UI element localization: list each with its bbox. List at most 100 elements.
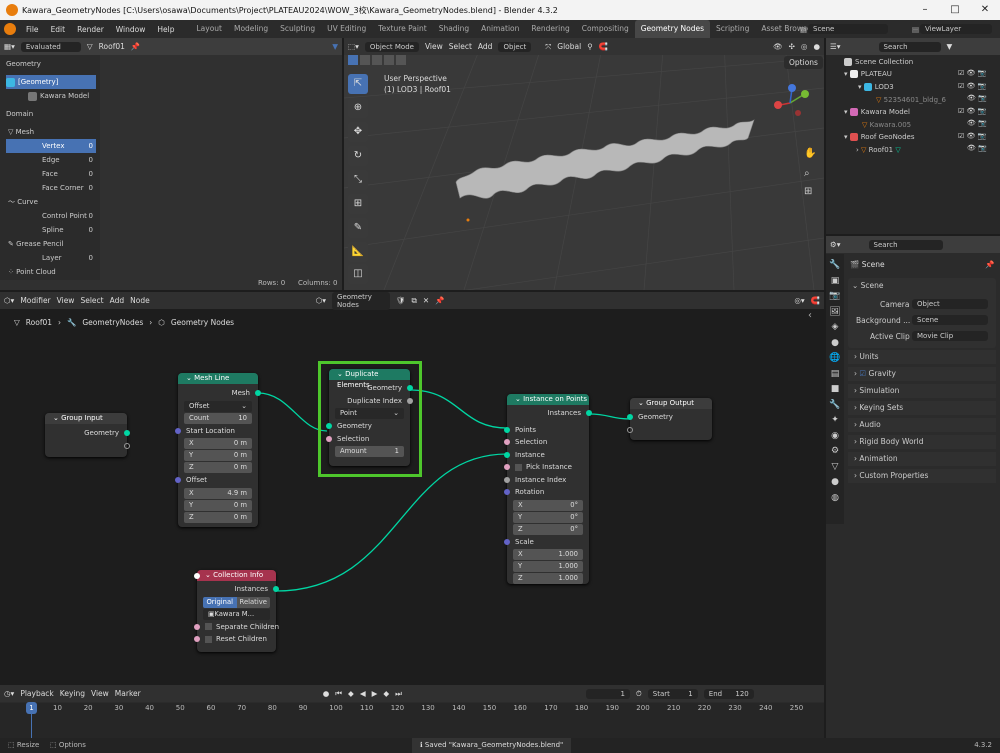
outliner-search[interactable]: Search (878, 41, 941, 52)
outliner-editor-icon[interactable]: ☰▾ (830, 42, 841, 51)
start-x-field[interactable]: X0 m (184, 438, 252, 449)
collection-field[interactable]: ▣ Kawara M... (194, 573, 270, 620)
keying-menu[interactable]: Keying (60, 689, 85, 698)
outliner-lod3[interactable]: ▾ LOD3 (858, 80, 894, 94)
panel-audio[interactable]: › Audio (848, 418, 996, 432)
camera-label: Camera (880, 300, 910, 309)
prev-key-icon[interactable]: ◆ (348, 689, 354, 698)
node-group-output[interactable]: ⌄ Group Output Geometry (627, 398, 712, 440)
viewlayer-field[interactable]: ViewLayer (920, 24, 992, 34)
node-mesh-line[interactable]: ⌄ Mesh Line Mesh Offset ⌄ Count 10 Start L… (175, 373, 261, 527)
close-icon[interactable]: ✕ (970, 0, 1000, 20)
instance-index-input[interactable]: Instance Index (504, 474, 589, 487)
outliner-visibility-toggles[interactable]: ☑ 👁 📷 ☑ 👁 📷 👁 📷 ☑ 👁 📷 👁 📷 ☑ 👁 📷 👁 📷 (958, 67, 987, 155)
panel-animation[interactable]: › Animation (848, 452, 996, 466)
separate-children-checkbox[interactable]: Separate Children (194, 621, 279, 634)
timeline-tick-label: 230 (728, 704, 742, 712)
panel-keying-sets[interactable]: › Keying Sets (848, 401, 996, 415)
next-key-icon[interactable]: ◆ (383, 689, 389, 698)
timeline-tick-label: 30 (114, 704, 124, 712)
offset-x-field[interactable]: X 4.9 m (184, 487, 252, 499)
active-clip-field[interactable]: Movie Clip (912, 331, 988, 341)
instance-scale-input[interactable]: Scale (504, 536, 589, 549)
timeline-tick-label: 130 (421, 704, 435, 712)
group-input-geometry-socket[interactable]: Geometry (45, 427, 130, 440)
offset-z-field[interactable]: Z0 m (184, 511, 252, 523)
marker-menu[interactable]: Marker (115, 689, 141, 698)
instance-instance-input[interactable]: Instance (504, 449, 589, 462)
jump-end-icon[interactable]: ⏭ (395, 689, 402, 699)
timeline-view-menu[interactable]: View (91, 689, 109, 698)
collection-instances-output[interactable]: Instances (197, 583, 279, 596)
outliner-plateau[interactable]: ▾ PLATEAU (844, 67, 892, 81)
pick-instance-checkbox[interactable]: Pick Instance (504, 461, 589, 474)
duplicate-selection-input[interactable]: Selection (326, 433, 410, 446)
scale-x-field[interactable]: X 1.000 (513, 549, 583, 560)
start-y-field[interactable]: Y0 m (184, 450, 252, 461)
group-output-geometry-socket[interactable]: Geometry (627, 411, 712, 424)
outliner-roof-geonodes[interactable]: ▾ Roof GeoNodes (844, 130, 914, 144)
rotation-z-field[interactable]: Z 0° (513, 523, 583, 535)
instance-rotation-input[interactable]: Rotation (504, 486, 589, 499)
outliner-kawara-model[interactable]: ▾ Kawara Model (844, 105, 910, 119)
outliner-roof01[interactable]: › ▽ Roof01 ▽ (856, 143, 901, 157)
offset-y-field[interactable]: Y0 m (184, 499, 252, 511)
outliner-filter-icon[interactable]: ▼ (947, 42, 953, 51)
mesh-line-mode-dropdown[interactable]: Offset ⌄ (184, 400, 252, 412)
timeline-tick-label: 250 (789, 704, 804, 712)
duplicate-index-output[interactable]: Duplicate Index (329, 395, 413, 408)
group-input-empty-socket[interactable] (45, 440, 130, 453)
duplicate-geometry-output[interactable]: Geometry (329, 382, 413, 395)
play-icon[interactable]: ▶ (372, 689, 378, 698)
properties-tab-icons[interactable]: 🔧 ▣ 📷 🖼 ◈ ● 🌐 ▤ ■ 🔧 ✦ ◉ ⚙ ▽ ● ◍ (826, 254, 844, 506)
node-group-input[interactable]: ⌄ Group Input Geometry (45, 413, 130, 457)
panel-custom-properties[interactable]: › Custom Properties (848, 469, 996, 483)
node-instance-on-points[interactable]: ⌄ Instance on Points Instances Points Se… (504, 394, 592, 584)
clock-icon[interactable]: ⏱ (636, 689, 642, 699)
duplicate-amount-field[interactable]: Amount 1 (335, 446, 404, 457)
duplicate-domain-dropdown[interactable]: Point ⌄ (335, 408, 404, 419)
instance-selection-input[interactable]: Selection (504, 436, 589, 449)
mesh-line-start-location[interactable]: Start Location (175, 425, 258, 438)
mesh-line-offset[interactable]: Offset (175, 474, 258, 487)
mesh-line-mesh-output[interactable]: Mesh (178, 387, 261, 400)
scale-z-field[interactable]: Z 1.000 (513, 573, 583, 584)
relative-button[interactable]: Relative (236, 596, 270, 608)
start-frame-field[interactable]: Start 1 (647, 688, 698, 699)
scene-panel-header[interactable]: ⌄ Scene (852, 279, 884, 293)
minimize-icon[interactable]: – (910, 0, 940, 20)
reset-children-checkbox[interactable]: Reset Children (194, 633, 276, 646)
scale-y-field[interactable]: Y 1.000 (513, 561, 583, 572)
playhead[interactable]: 1 (26, 702, 37, 714)
panel-simulation[interactable]: › Simulation (848, 384, 996, 398)
play-reverse-icon[interactable]: ◀ (360, 689, 366, 698)
panel-rigid-body-world[interactable]: › Rigid Body World (848, 435, 996, 449)
record-icon[interactable]: ● (323, 689, 330, 698)
end-frame-field[interactable]: End 120 (703, 688, 754, 699)
node-duplicate-elements[interactable]: ⌄ Duplicate Elements Geometry Duplicate … (326, 369, 413, 466)
instance-points-input[interactable]: Points (504, 424, 589, 437)
duplicate-geometry-input[interactable]: Geometry (326, 420, 410, 433)
timeline-editor-icon[interactable]: ◷▾ (4, 689, 14, 698)
panel-units[interactable]: › Units (848, 350, 996, 364)
properties-editor-icon[interactable]: ⚙▾ (830, 240, 841, 249)
jump-start-icon[interactable]: ⏮ (335, 689, 342, 699)
rotation-y-field[interactable]: Y 0° (513, 511, 583, 523)
current-frame-field[interactable]: 1 (585, 688, 630, 699)
start-z-field[interactable]: Z0 m (184, 462, 252, 473)
timeline-tick-label: 120 (390, 704, 405, 712)
mesh-line-count-field[interactable]: Count 10 (184, 412, 252, 424)
rotation-x-field[interactable]: X 0° (513, 499, 583, 511)
timeline-tick-label: 10 (53, 704, 62, 712)
playback-menu[interactable]: Playback (20, 689, 53, 698)
properties-search[interactable]: Search (868, 239, 943, 250)
background-field[interactable]: Scene (912, 315, 988, 325)
maximize-icon[interactable]: □ (940, 0, 970, 20)
instance-output[interactable]: Instances (507, 407, 592, 420)
panel-gravity[interactable]: › ☑ Gravity (848, 367, 996, 381)
properties-pin-icon[interactable]: 📌 (985, 260, 994, 269)
node-collection-info[interactable]: ⌄ Collection Info Instances Original Rel… (194, 570, 279, 652)
group-output-empty-socket[interactable] (627, 424, 712, 437)
original-button[interactable]: Original (203, 596, 237, 608)
camera-field[interactable]: Object (912, 299, 988, 309)
